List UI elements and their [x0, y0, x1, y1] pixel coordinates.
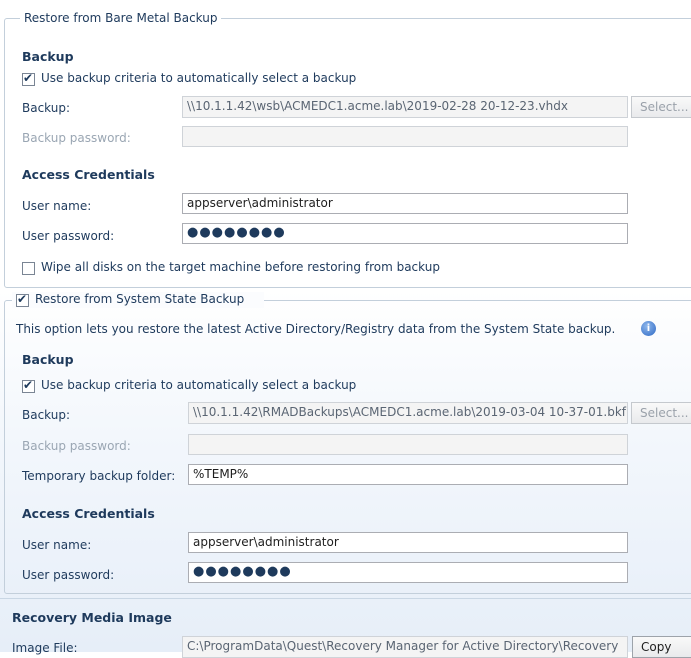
bare-metal-backup-heading: Backup [22, 49, 74, 64]
bare-metal-use-criteria-checkbox[interactable] [22, 71, 35, 86]
system-state-backup-password-label: Backup password: [22, 439, 131, 453]
recovery-media-divider [0, 598, 691, 599]
bare-metal-use-criteria-label: Use backup criteria to automatically sel… [41, 71, 357, 85]
system-state-user-name-label: User name: [22, 538, 92, 552]
info-icon[interactable]: i [641, 321, 656, 336]
bare-metal-backup-password-field[interactable] [182, 126, 628, 147]
bare-metal-user-password-label: User password: [22, 229, 115, 243]
bare-metal-user-name-field[interactable]: appserver\administrator [182, 193, 628, 214]
bare-metal-user-password-field[interactable]: ●●●●●●●● [182, 223, 628, 244]
system-state-description: This option lets you restore the latest … [16, 322, 616, 336]
bare-metal-user-name-label: User name: [22, 199, 92, 213]
bare-metal-backup-password-label: Backup password: [22, 131, 131, 145]
system-state-user-name-field[interactable]: appserver\administrator [188, 532, 628, 553]
temp-folder-field[interactable]: %TEMP% [188, 464, 628, 485]
system-state-legend: Restore from System State Backup [35, 292, 245, 306]
copy-button[interactable]: Copy [632, 636, 691, 658]
system-state-backup-heading: Backup [22, 352, 74, 367]
system-state-use-criteria-checkbox[interactable] [22, 378, 35, 393]
system-state-backup-field[interactable]: \\10.1.1.42\RMADBackups\ACMEDC1.acme.lab… [188, 402, 628, 424]
bare-metal-backup-field[interactable]: \\10.1.1.42\wsb\ACMEDC1.acme.lab\2019-02… [182, 96, 628, 118]
system-state-select-button[interactable]: Select... [631, 402, 691, 424]
system-state-user-password-field[interactable]: ●●●●●●●● [188, 562, 628, 583]
image-file-field[interactable]: C:\ProgramData\Quest\Recovery Manager fo… [182, 636, 628, 658]
bare-metal-legend: Restore from Bare Metal Backup [20, 11, 222, 25]
wipe-disks-label: Wipe all disks on the target machine bef… [41, 260, 440, 274]
image-file-label: Image File: [12, 641, 78, 655]
system-state-user-password-label: User password: [22, 568, 115, 582]
wipe-disks-checkbox[interactable] [22, 262, 35, 275]
bare-metal-backup-label: Backup: [22, 101, 71, 115]
system-state-backup-password-field[interactable] [188, 434, 628, 455]
system-state-checkbox[interactable] [16, 292, 29, 307]
system-state-backup-label: Backup: [22, 408, 71, 422]
bare-metal-credentials-heading: Access Credentials [22, 167, 155, 182]
system-state-credentials-heading: Access Credentials [22, 506, 155, 521]
system-state-use-criteria-label: Use backup criteria to automatically sel… [41, 378, 357, 392]
recovery-media-heading: Recovery Media Image [12, 610, 172, 625]
temp-folder-label: Temporary backup folder: [22, 469, 176, 483]
bare-metal-select-button[interactable]: Select... [631, 96, 691, 118]
bare-metal-groupbox [4, 18, 691, 288]
